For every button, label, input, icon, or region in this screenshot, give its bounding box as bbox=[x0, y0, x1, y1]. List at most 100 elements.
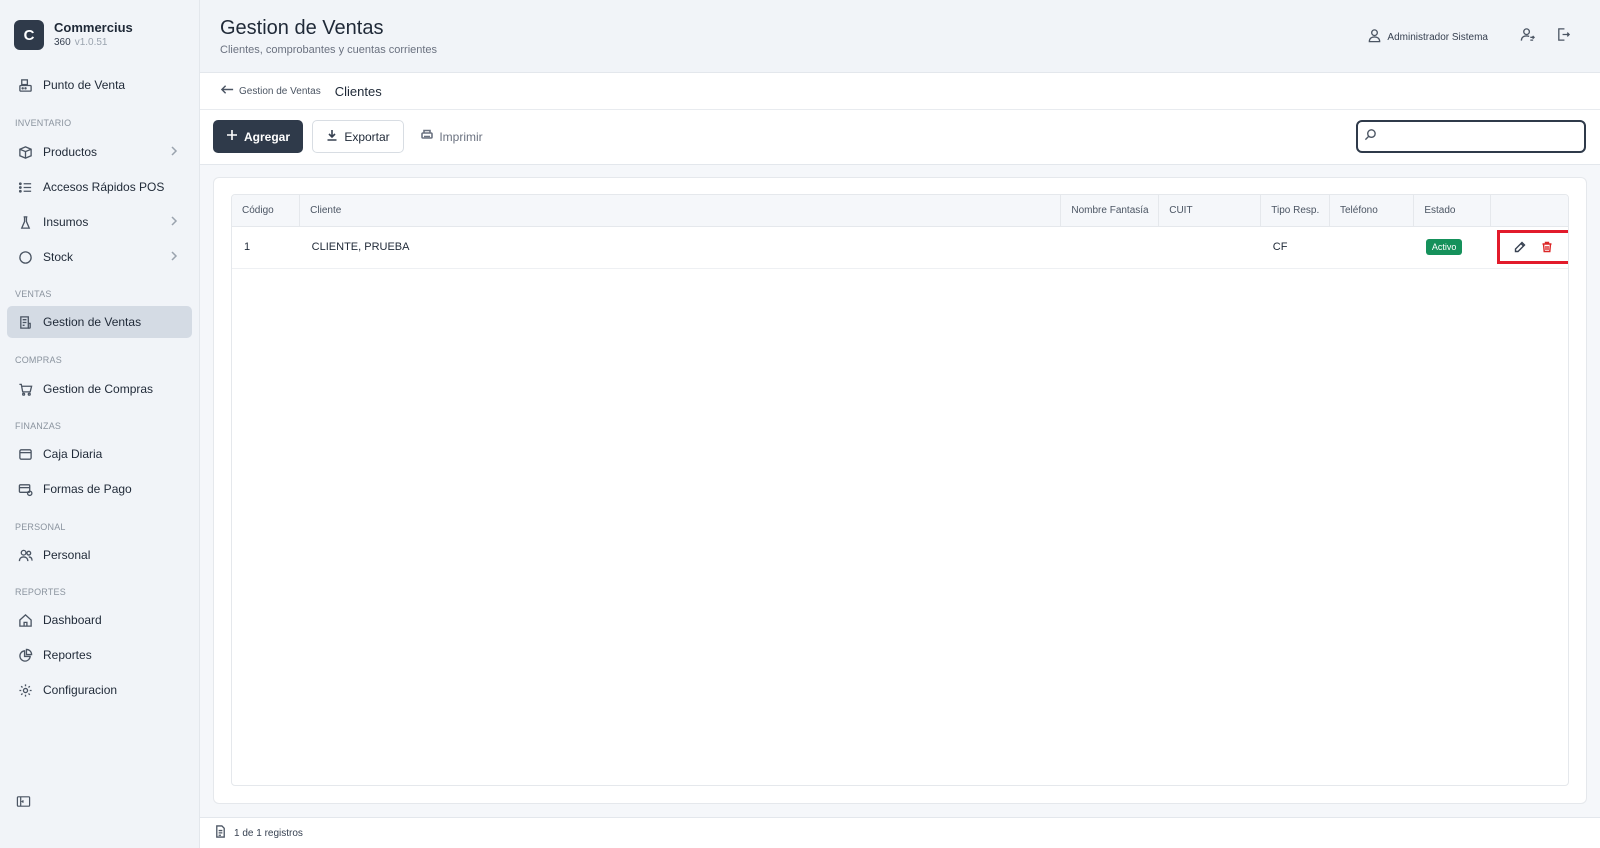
switch-user-icon[interactable] bbox=[1520, 27, 1538, 45]
flask-icon bbox=[17, 214, 33, 230]
column-header-cliente[interactable]: Cliente bbox=[299, 195, 1062, 227]
brand-sub: 360 bbox=[54, 37, 71, 48]
user-name: Administrador Sistema bbox=[1387, 31, 1488, 43]
records-count: 1 de 1 registros bbox=[234, 827, 303, 839]
plus-icon bbox=[226, 129, 238, 144]
delete-icon[interactable] bbox=[1541, 241, 1554, 254]
row-actions bbox=[1496, 230, 1568, 264]
box-icon bbox=[17, 144, 33, 160]
breadcrumb-back-link[interactable]: Gestion de Ventas bbox=[220, 82, 321, 100]
pie-icon bbox=[17, 647, 33, 663]
search-icon bbox=[1364, 128, 1377, 146]
column-header-tipo-resp[interactable]: Tipo Resp. bbox=[1260, 195, 1330, 227]
sidebar-item-label: Caja Diaria bbox=[43, 447, 103, 461]
sidebar-item-label: Insumos bbox=[43, 215, 89, 229]
sidebar-item-label: Dashboard bbox=[43, 613, 102, 627]
breadcrumb-parent: Gestion de Ventas bbox=[239, 85, 321, 97]
column-header-telefono[interactable]: Teléfono bbox=[1329, 195, 1415, 227]
sidebar-item-personal[interactable]: Personal bbox=[7, 539, 192, 571]
main-content: Código Cliente Nombre Fantasía CUIT Tipo… bbox=[200, 165, 1600, 817]
register-icon bbox=[17, 77, 33, 93]
section-label-reportes: REPORTES bbox=[15, 587, 66, 597]
cell-estado: Activo bbox=[1413, 226, 1491, 269]
sidebar-item-productos[interactable]: Productos bbox=[7, 136, 192, 168]
sidebar-item-label: Productos bbox=[43, 145, 98, 159]
column-header-nombre-fantasia[interactable]: Nombre Fantasía bbox=[1060, 195, 1160, 227]
column-header-estado[interactable]: Estado bbox=[1413, 195, 1492, 227]
sidebar-item-gestion-de-ventas[interactable]: Gestion de Ventas bbox=[7, 306, 192, 338]
print-button[interactable]: Imprimir bbox=[412, 120, 492, 153]
table-card: Código Cliente Nombre Fantasía CUIT Tipo… bbox=[213, 177, 1587, 804]
circle-icon bbox=[17, 249, 33, 265]
chevron-right-icon bbox=[168, 215, 180, 227]
sidebar-item-formas-de-pago[interactable]: Formas de Pago bbox=[7, 473, 192, 505]
add-button[interactable]: Agregar bbox=[213, 120, 303, 153]
logout-icon[interactable] bbox=[1556, 27, 1574, 45]
cell-nombre-fantasia bbox=[1060, 226, 1159, 269]
clients-table: Código Cliente Nombre Fantasía CUIT Tipo… bbox=[231, 194, 1569, 786]
sidebar-item-caja-diaria[interactable]: Caja Diaria bbox=[7, 438, 192, 470]
chevron-right-icon bbox=[168, 250, 180, 262]
cell-cliente: CLIENTE, PRUEBA bbox=[299, 226, 1061, 269]
sidebar-item-reportes[interactable]: Reportes bbox=[7, 639, 192, 671]
sidebar-collapse-icon[interactable] bbox=[16, 794, 32, 810]
sidebar-item-label: Personal bbox=[43, 548, 91, 562]
status-badge: Activo bbox=[1425, 239, 1463, 255]
sidebar-item-label: Punto de Venta bbox=[43, 78, 126, 92]
sidebar: C Commercius 360 v1.0.51 Punto de Venta I… bbox=[0, 0, 200, 848]
column-header-cuit[interactable]: CUIT bbox=[1158, 195, 1262, 227]
add-button-label: Agregar bbox=[243, 129, 290, 144]
sidebar-item-dashboard[interactable]: Dashboard bbox=[7, 604, 192, 636]
user-menu[interactable]: Administrador Sistema bbox=[1367, 28, 1488, 46]
sidebar-item-label: Gestion de Ventas bbox=[43, 315, 142, 329]
sidebar-item-punto-de-venta[interactable]: Punto de Venta bbox=[7, 69, 192, 101]
column-header-acciones bbox=[1490, 195, 1568, 227]
sidebar-item-accesos-rapidos[interactable]: Accesos Rápidos POS bbox=[7, 171, 192, 203]
sidebar-item-label: Reportes bbox=[43, 648, 92, 662]
section-label-personal: PERSONAL bbox=[15, 522, 66, 532]
breadcrumb-current: Clientes bbox=[334, 83, 382, 99]
column-header-codigo[interactable]: Código bbox=[232, 195, 301, 227]
sidebar-item-configuracion[interactable]: Configuracion bbox=[7, 674, 192, 706]
section-label-compras: COMPRAS bbox=[15, 355, 62, 365]
document-icon bbox=[214, 825, 227, 841]
brand-logo: C bbox=[14, 20, 44, 50]
cell-tipo-resp: CF bbox=[1260, 226, 1330, 269]
download-icon bbox=[326, 129, 338, 144]
wallet-icon bbox=[17, 446, 33, 462]
brand-name: Commercius bbox=[54, 20, 133, 35]
search-box[interactable] bbox=[1356, 120, 1586, 153]
cell-codigo: 1 bbox=[232, 226, 300, 269]
brand-version: v1.0.51 bbox=[74, 37, 108, 48]
cart-icon bbox=[17, 381, 33, 397]
user-icon bbox=[1367, 28, 1382, 46]
print-button-label: Imprimir bbox=[439, 129, 483, 144]
sidebar-item-label: Gestion de Compras bbox=[43, 382, 154, 396]
section-label-finanzas: FINANZAS bbox=[15, 421, 62, 431]
chevron-right-icon bbox=[168, 145, 180, 157]
toolbar: Agregar Exportar Imprimir bbox=[200, 110, 1600, 165]
sidebar-item-label: Stock bbox=[43, 250, 74, 264]
table-row[interactable]: 1 CLIENTE, PRUEBA CF Activo bbox=[232, 226, 1568, 269]
card-icon bbox=[17, 481, 33, 497]
sidebar-item-insumos[interactable]: Insumos bbox=[7, 206, 192, 238]
sidebar-item-stock[interactable]: Stock bbox=[7, 241, 192, 273]
page-header: Gestion de Ventas Clientes, comprobantes… bbox=[200, 0, 1600, 73]
home-icon bbox=[17, 612, 33, 628]
users-icon bbox=[17, 547, 33, 563]
cell-telefono bbox=[1329, 226, 1414, 269]
gear-icon bbox=[17, 682, 33, 698]
section-label-inventario: INVENTARIO bbox=[15, 118, 72, 128]
sidebar-item-label: Accesos Rápidos POS bbox=[43, 180, 165, 194]
search-input[interactable] bbox=[1383, 129, 1573, 144]
status-footer: 1 de 1 registros bbox=[200, 817, 1600, 848]
export-button[interactable]: Exportar bbox=[312, 120, 404, 153]
page-title: Gestion de Ventas bbox=[220, 17, 384, 39]
receipt-icon bbox=[17, 314, 33, 330]
page-subtitle: Clientes, comprobantes y cuentas corrien… bbox=[220, 44, 438, 56]
edit-icon[interactable] bbox=[1514, 241, 1527, 254]
brand: C Commercius 360 v1.0.51 bbox=[0, 0, 199, 66]
sidebar-item-gestion-de-compras[interactable]: Gestion de Compras bbox=[7, 373, 192, 405]
table-header-row: Código Cliente Nombre Fantasía CUIT Tipo… bbox=[232, 195, 1568, 227]
printer-icon bbox=[421, 129, 434, 144]
